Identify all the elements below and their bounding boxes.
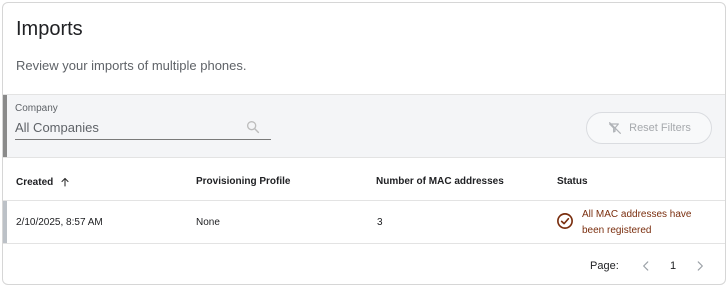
filter-off-icon (609, 122, 622, 134)
column-header-created[interactable]: Created (16, 176, 71, 188)
table-header: Created Provisioning Profile Number of M… (3, 160, 725, 201)
pagination: Page: 1 (3, 253, 725, 283)
column-header-mac-count-label: Number of MAC addresses (376, 176, 504, 187)
search-icon[interactable] (245, 119, 261, 135)
table-row[interactable]: 2/10/2025, 8:57 AM None 3 All MAC addres… (3, 201, 725, 244)
chevron-right-icon[interactable] (693, 258, 707, 274)
arrow-up-icon (61, 177, 69, 187)
column-header-created-label: Created (16, 176, 54, 188)
cell-status: All MAC addresses have been registered (556, 207, 716, 239)
column-header-status-label: Status (557, 176, 588, 187)
check-circle-icon (557, 213, 573, 229)
column-header-profile-label: Provisioning Profile (196, 176, 291, 187)
cell-profile: None (196, 217, 220, 228)
filter-bar-accent (3, 95, 7, 157)
cell-created: 2/10/2025, 8:57 AM (16, 217, 103, 228)
cell-mac-count: 3 (377, 217, 383, 228)
pagination-current-page[interactable]: 1 (670, 260, 676, 272)
reset-filters-button[interactable]: Reset Filters (586, 112, 712, 144)
company-filter-value: All Companies (15, 120, 99, 135)
reset-filters-label: Reset Filters (629, 122, 691, 134)
page-title: Imports (16, 18, 83, 40)
chevron-left-icon[interactable] (639, 258, 653, 274)
column-header-status[interactable]: Status (557, 176, 588, 187)
status-text: All MAC addresses have been registered (582, 209, 692, 236)
page-subtitle: Review your imports of multiple phones. (16, 58, 247, 73)
column-header-profile[interactable]: Provisioning Profile (196, 176, 290, 187)
pagination-label: Page: (590, 260, 619, 272)
filter-bar: Company All Companies Reset Filters (3, 94, 725, 158)
company-filter-select[interactable]: All Companies (15, 116, 271, 140)
row-accent (3, 201, 7, 243)
imports-table: Created Provisioning Profile Number of M… (3, 160, 725, 244)
column-header-mac-count[interactable]: Number of MAC addresses (376, 176, 504, 187)
imports-card: Imports Review your imports of multiple … (2, 2, 726, 285)
company-filter-label: Company (15, 103, 58, 114)
